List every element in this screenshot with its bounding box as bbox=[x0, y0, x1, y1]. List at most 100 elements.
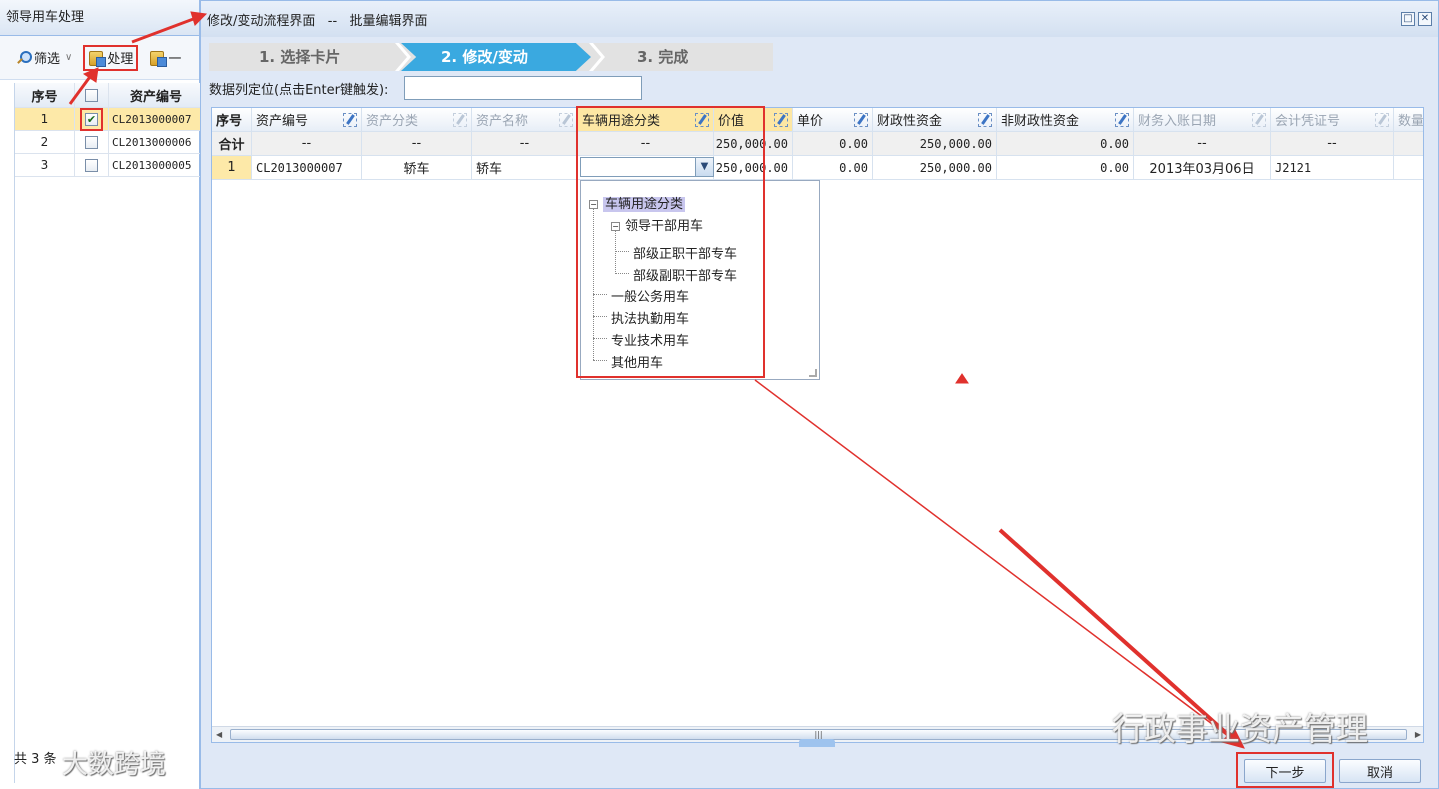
row-nonfiscal[interactable]: 0.00 bbox=[997, 156, 1134, 180]
col-header-label: 单价 bbox=[797, 114, 824, 129]
dialog-titlebar[interactable]: 修改/变动流程界面 -- 批量编辑界面 □ ✕ bbox=[201, 1, 1438, 37]
tree-line bbox=[615, 273, 629, 274]
col-header-label: 资产分类 bbox=[366, 114, 419, 129]
tree-root[interactable]: − 车辆用途分类 bbox=[589, 193, 686, 212]
next-button[interactable]: 下一步 bbox=[1244, 759, 1326, 783]
summary-label: 合计 bbox=[212, 132, 252, 156]
summary-fiscal: 250,000.00 bbox=[873, 132, 997, 156]
col-header-nonfiscal-funds[interactable]: 非财政性资金 bbox=[997, 108, 1134, 132]
chevron-down-icon[interactable]: ▼ bbox=[695, 158, 713, 176]
col-header-asset-category[interactable]: 资产分类 bbox=[362, 108, 472, 132]
summary-cell: -- bbox=[1134, 132, 1271, 156]
col-header-label: 非财政性资金 bbox=[1001, 114, 1080, 129]
cancel-button[interactable]: 取消 bbox=[1339, 759, 1421, 783]
edit-pencil-icon[interactable] bbox=[1115, 112, 1129, 127]
row-quantity[interactable] bbox=[1394, 156, 1423, 180]
row-asset-code: CL2013000005 bbox=[112, 158, 192, 172]
process-label: 处理 bbox=[107, 52, 134, 67]
select-all-checkbox[interactable] bbox=[85, 88, 98, 102]
col-header-asset-name[interactable]: 资产名称 bbox=[472, 108, 578, 132]
row-checkbox[interactable]: ✔ bbox=[80, 107, 103, 131]
row-value[interactable]: 250,000.00 bbox=[714, 156, 793, 180]
watermark-right: 行政事业资产管理 bbox=[1112, 710, 1369, 748]
row-checkbox[interactable] bbox=[85, 158, 98, 172]
batch-edit-dialog: 修改/变动流程界面 -- 批量编辑界面 □ ✕ 1. 选择卡片 2. 修改/变动… bbox=[200, 0, 1439, 789]
col-header-entry-date[interactable]: 财务入账日期 bbox=[1134, 108, 1271, 132]
close-icon[interactable]: ✕ bbox=[1418, 12, 1432, 26]
collapse-icon[interactable]: − bbox=[611, 222, 620, 231]
left-grid-border bbox=[14, 83, 15, 783]
filter-button[interactable]: 筛选 ∨ bbox=[12, 45, 75, 71]
scroll-right-icon[interactable]: ▶ bbox=[1415, 730, 1421, 739]
col-header-fiscal-funds[interactable]: 财政性资金 bbox=[873, 108, 997, 132]
edit-pencil-icon[interactable] bbox=[854, 112, 868, 127]
col-header-index[interactable]: 序号 bbox=[212, 108, 252, 132]
edit-pencil-icon bbox=[453, 112, 467, 127]
edit-pencil-icon[interactable] bbox=[774, 112, 788, 127]
edit-pencil-icon[interactable] bbox=[978, 112, 992, 127]
col-header-asset-code[interactable]: 资产编号 bbox=[252, 108, 362, 132]
col-header-label: 财政性资金 bbox=[877, 114, 943, 129]
wizard-steps: 1. 选择卡片 2. 修改/变动 3. 完成 bbox=[209, 43, 773, 71]
summary-cell: -- bbox=[362, 132, 472, 156]
tree-item-general-car[interactable]: 一般公务用车 bbox=[611, 286, 689, 305]
chevron-down-icon[interactable]: ∨ bbox=[65, 52, 72, 63]
col-header-voucher-no[interactable]: 会计凭证号 bbox=[1271, 108, 1394, 132]
row-checkbox[interactable] bbox=[85, 135, 98, 149]
tree-line bbox=[615, 230, 616, 274]
tree-item-law-enforcement-car[interactable]: 执法执勤用车 bbox=[611, 308, 689, 327]
extra-toolbar-button[interactable]: 一 bbox=[146, 45, 184, 71]
table-row[interactable]: 1 CL2013000007 轿车 轿车 250,000.00 0.00 250… bbox=[212, 156, 1423, 180]
tree-item-technical-car[interactable]: 专业技术用车 bbox=[611, 330, 689, 349]
summary-value: 250,000.00 bbox=[714, 132, 793, 156]
resize-grip-icon[interactable] bbox=[809, 369, 817, 377]
row-unit-price[interactable]: 0.00 bbox=[793, 156, 873, 180]
row-asset-name[interactable]: 轿车 bbox=[472, 156, 578, 180]
tree-item-leader[interactable]: − 领导干部用车 bbox=[611, 215, 703, 234]
row-asset-code: CL2013000006 bbox=[112, 135, 192, 149]
maximize-icon[interactable]: □ bbox=[1401, 12, 1415, 26]
col-header-index[interactable]: 序号 bbox=[15, 83, 75, 107]
scroll-left-icon[interactable]: ◀ bbox=[216, 730, 222, 739]
step-finish: 3. 完成 bbox=[637, 48, 689, 66]
tree-item-other-car[interactable]: 其他用车 bbox=[611, 352, 663, 371]
col-header-vehicle-use[interactable]: 车辆用途分类 bbox=[578, 108, 714, 132]
locator-input[interactable] bbox=[404, 76, 643, 100]
edit-pencil-icon bbox=[1375, 112, 1389, 127]
tree-item-minister-car[interactable]: 部级正职干部专车 bbox=[633, 243, 737, 262]
row-check-cell bbox=[75, 154, 109, 176]
row-index: 3 bbox=[15, 154, 75, 176]
row-asset-code[interactable]: CL2013000007 bbox=[252, 156, 362, 180]
process-button[interactable]: 处理 bbox=[83, 44, 139, 71]
row-index: 1 bbox=[212, 156, 252, 180]
table-row[interactable]: 3 CL2013000005 bbox=[15, 154, 200, 177]
summary-nonfiscal: 0.00 bbox=[997, 132, 1134, 156]
vehicle-use-combo[interactable]: ▼ bbox=[580, 157, 714, 177]
grid-summary-row: 合计 -- -- -- -- 250,000.00 0.00 250,000.0… bbox=[212, 132, 1423, 156]
row-entry-date[interactable]: 2013年03月06日 bbox=[1134, 156, 1271, 180]
column-locator: 数据列定位(点击Enter键触发): bbox=[209, 76, 643, 100]
dialog-footer: 下一步 取消 bbox=[201, 739, 1438, 789]
col-header-unit-price[interactable]: 单价 bbox=[793, 108, 873, 132]
table-row[interactable]: 1 ✔ CL2013000007 bbox=[15, 107, 200, 131]
collapse-tab[interactable] bbox=[799, 739, 835, 747]
edit-pencil-icon[interactable] bbox=[343, 112, 357, 127]
summary-cell: -- bbox=[472, 132, 578, 156]
col-header-quantity[interactable]: 数量 bbox=[1394, 108, 1423, 132]
row-fiscal[interactable]: 250,000.00 bbox=[873, 156, 997, 180]
tree-item-vice-minister-car[interactable]: 部级副职干部专车 bbox=[633, 265, 737, 284]
summary-cell bbox=[1394, 132, 1423, 156]
summary-cell: -- bbox=[1271, 132, 1394, 156]
left-grid-header: 序号 资产编号 bbox=[15, 83, 200, 108]
col-header-value[interactable]: 价值 bbox=[714, 108, 793, 132]
table-row[interactable]: 2 CL2013000006 bbox=[15, 131, 200, 154]
tree-line bbox=[593, 360, 607, 361]
collapse-icon[interactable]: − bbox=[589, 200, 598, 209]
col-header-asset-code[interactable]: 资产编号 bbox=[109, 86, 200, 105]
left-toolbar: 筛选 ∨ 处理 一 bbox=[0, 36, 199, 80]
record-count: 共 3 条 bbox=[14, 752, 57, 767]
row-asset-category[interactable]: 轿车 bbox=[362, 156, 472, 180]
edit-pencil-icon[interactable] bbox=[695, 112, 709, 127]
extra-toolbar-label: 一 bbox=[168, 52, 182, 67]
row-voucher-no[interactable]: J2121 bbox=[1271, 156, 1394, 180]
